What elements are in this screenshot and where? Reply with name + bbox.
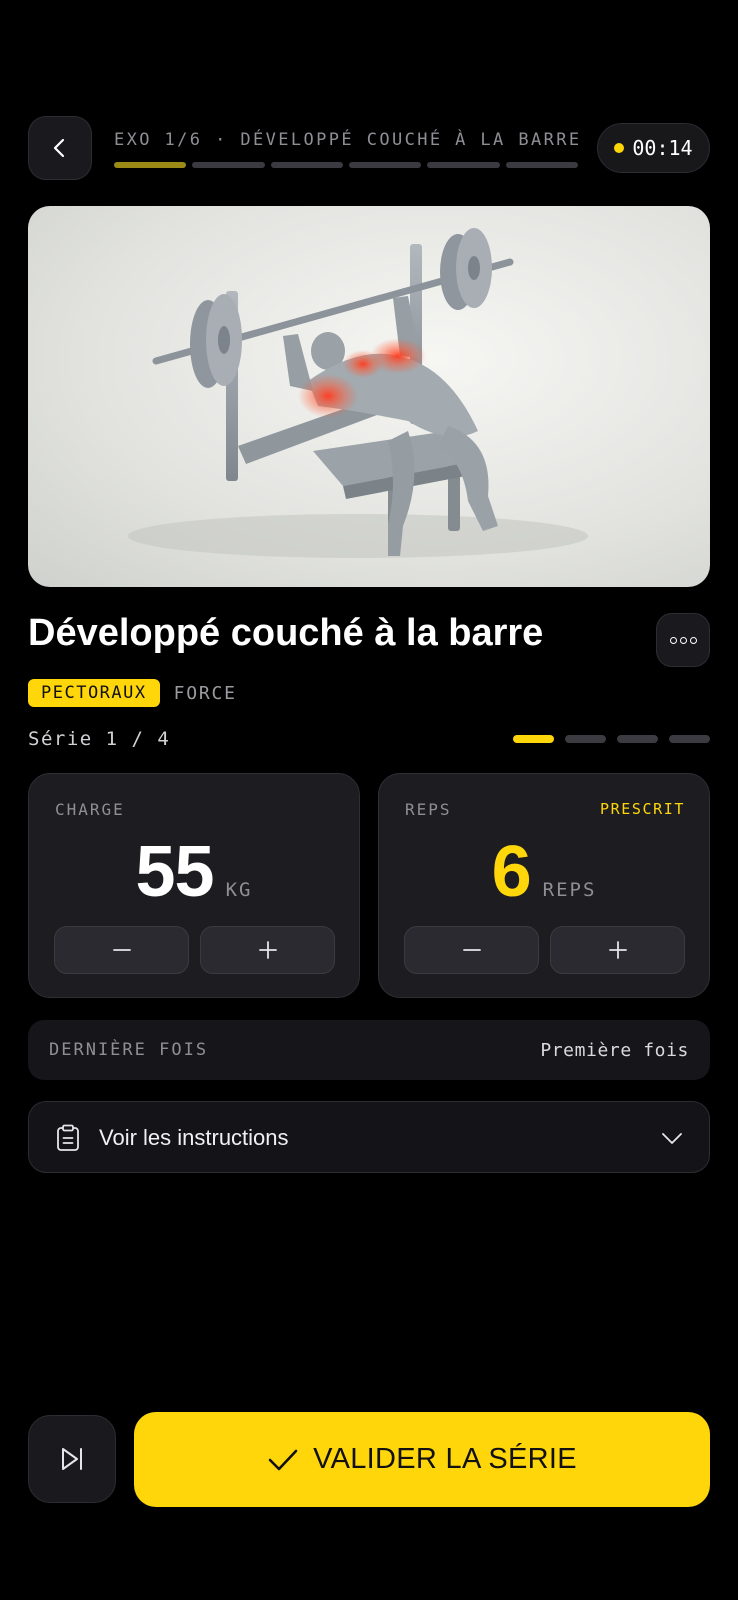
last-time-value: Première fois bbox=[540, 1040, 689, 1061]
exercise-progress-segment bbox=[114, 162, 187, 168]
instructions-label: Voir les instructions bbox=[99, 1125, 289, 1150]
validate-set-button[interactable]: VALIDER LA SÉRIE bbox=[134, 1412, 710, 1507]
exercise-tags: PECTORAUX FORCE bbox=[28, 679, 237, 707]
exercise-progress: EXO 1/6 · DÉVELOPPÉ COUCHÉ À LA BARRE bbox=[114, 130, 582, 168]
exercise-progress-segment bbox=[427, 162, 500, 168]
workout-screen: EXO 1/6 · DÉVELOPPÉ COUCHÉ À LA BARRE 00… bbox=[0, 0, 738, 1600]
more-options-button[interactable] bbox=[656, 613, 710, 667]
more-dot bbox=[679, 636, 687, 644]
reps-stepper bbox=[404, 926, 685, 974]
exercise-illustration bbox=[28, 206, 710, 587]
serie-progress-dot bbox=[669, 735, 710, 743]
chevron-down-icon bbox=[662, 1133, 682, 1144]
charge-label: CHARGE bbox=[55, 800, 125, 819]
charge-increase-button[interactable] bbox=[200, 926, 335, 974]
skip-exercise-button[interactable] bbox=[28, 1415, 116, 1503]
tag-category: FORCE bbox=[173, 682, 237, 704]
reps-card: REPS PRESCRIT 6 REPS bbox=[378, 773, 710, 998]
charge-value-row: 55 KG bbox=[29, 832, 359, 912]
charge-decrease-button[interactable] bbox=[54, 926, 189, 974]
minus-icon bbox=[112, 949, 131, 951]
reps-value-row: 6 REPS bbox=[379, 832, 709, 912]
serie-progress-dot bbox=[513, 735, 554, 743]
plus-icon bbox=[258, 941, 277, 959]
serie-indicator: Série 1 / 4 bbox=[28, 728, 710, 752]
chevron-left-icon bbox=[53, 138, 65, 158]
exercise-progress-label: EXO 1/6 · DÉVELOPPÉ COUCHÉ À LA BARRE bbox=[114, 130, 582, 150]
serie-label: Série 1 / 4 bbox=[28, 728, 171, 750]
last-time-row: DERNIÈRE FOIS Première fois bbox=[28, 1020, 710, 1080]
skip-forward-icon bbox=[62, 1448, 82, 1470]
workout-timer: 00:14 bbox=[597, 123, 710, 173]
exercise-progress-segment bbox=[505, 162, 578, 168]
exercise-title: Développé couché à la barre bbox=[28, 612, 544, 654]
charge-value[interactable]: 55 bbox=[136, 832, 215, 912]
exercise-progress-segment bbox=[192, 162, 265, 168]
charge-stepper bbox=[54, 926, 335, 974]
timer-status-dot bbox=[614, 143, 625, 153]
minus-icon bbox=[462, 949, 481, 951]
exercise-progress-segment bbox=[270, 162, 343, 168]
clipboard-icon bbox=[57, 1124, 79, 1151]
charge-card: CHARGE 55 KG bbox=[28, 773, 360, 998]
reps-increase-button[interactable] bbox=[550, 926, 685, 974]
exercise-progress-segment bbox=[348, 162, 422, 168]
bench-press-illustration bbox=[128, 228, 588, 558]
more-dot bbox=[689, 636, 697, 644]
more-horizontal-icon bbox=[669, 636, 677, 644]
serie-progress-dot bbox=[617, 735, 658, 743]
plus-icon bbox=[608, 941, 627, 959]
charge-unit: KG bbox=[225, 879, 253, 901]
reps-label: REPS bbox=[405, 800, 452, 819]
exercise-progress-bars bbox=[114, 162, 578, 168]
reps-value[interactable]: 6 bbox=[492, 832, 532, 912]
instructions-toggle[interactable]: Voir les instructions bbox=[28, 1101, 710, 1173]
prescribed-badge: PRESCRIT bbox=[599, 800, 685, 818]
reps-decrease-button[interactable] bbox=[404, 926, 539, 974]
serie-progress-dot bbox=[565, 735, 606, 743]
last-time-label: DERNIÈRE FOIS bbox=[49, 1040, 209, 1060]
validate-set-label: VALIDER LA SÉRIE bbox=[313, 1443, 577, 1475]
serie-progress-dots bbox=[513, 735, 710, 743]
tag-muscle-group: PECTORAUX bbox=[28, 679, 160, 707]
timer-value: 00:14 bbox=[632, 136, 693, 160]
reps-unit: REPS bbox=[542, 879, 597, 901]
back-button[interactable] bbox=[28, 116, 92, 180]
check-icon bbox=[268, 1449, 298, 1470]
